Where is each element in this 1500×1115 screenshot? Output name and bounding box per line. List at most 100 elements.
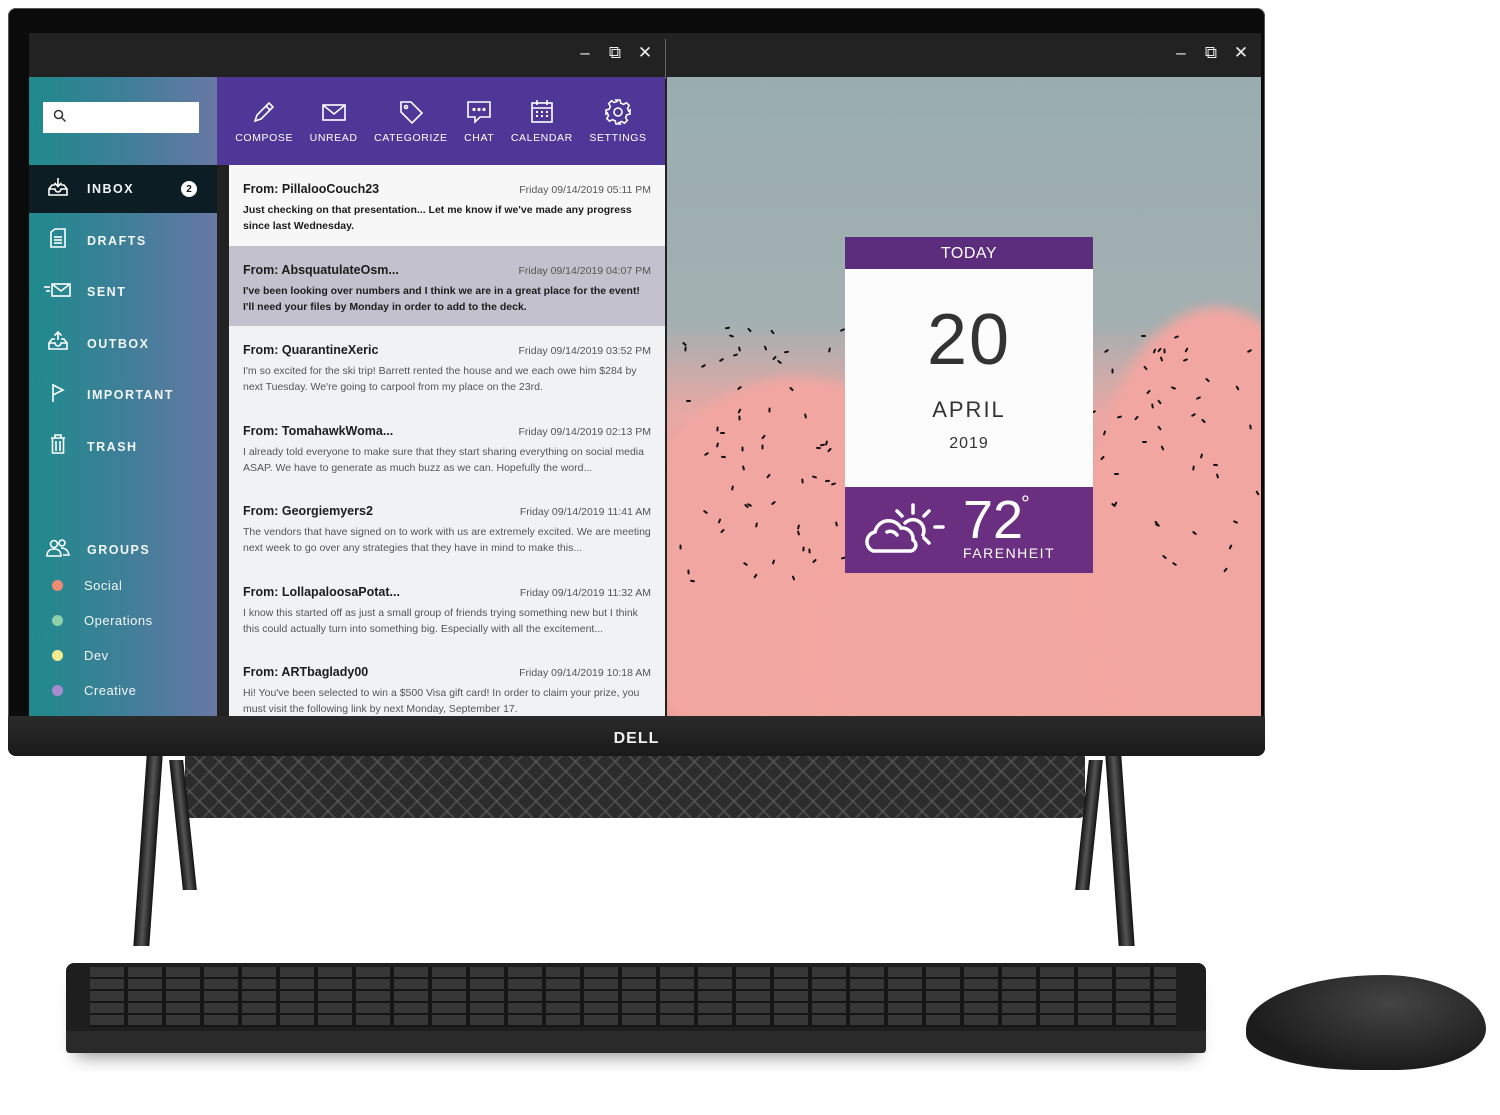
widget-temperature-unit: FARENHEIT [963, 545, 1056, 561]
compose-label: COMPOSE [235, 132, 294, 144]
groups-label: GROUPS [87, 543, 151, 557]
mail-window-titlebar: – ⧉ ✕ [29, 33, 665, 77]
widget-temperature: 72 [963, 490, 1024, 550]
inbox-download-icon [29, 177, 87, 202]
bird [728, 333, 734, 338]
group-color-dot [52, 580, 63, 591]
search-icon [53, 109, 67, 126]
restore-button[interactable]: ⧉ [1203, 43, 1219, 63]
bird [725, 326, 731, 330]
group-item-dev[interactable]: Dev [29, 638, 217, 673]
widget-degree-symbol: ° [1021, 491, 1030, 516]
sidebar-item-label: OUTBOX [87, 336, 150, 351]
message-sender: From: ARTbaglady00 [243, 665, 369, 679]
search-input[interactable] [73, 109, 187, 126]
sidebar-item-sent[interactable]: SENT [29, 268, 217, 316]
inbox-upload-icon [29, 330, 87, 356]
categorize-button[interactable]: CATEGORIZE [374, 98, 447, 144]
sidebar-item-label: IMPORTANT [87, 388, 174, 402]
groups-section: GROUPS Social Operations Dev Creative [29, 532, 217, 708]
chat-label: CHAT [464, 132, 495, 144]
message-preview: I already told everyone to make sure tha… [243, 445, 644, 474]
message-date: Friday 09/14/2019 11:32 AM [519, 586, 651, 599]
flag-icon [29, 383, 87, 408]
message-date: Friday 09/14/2019 05:11 PM [519, 184, 651, 196]
bird [1141, 334, 1147, 337]
message-row[interactable]: From: QuarantineXeric Friday 09/14/2019 0… [229, 326, 665, 407]
groups-header[interactable]: GROUPS [29, 532, 217, 568]
message-date: Friday 09/14/2019 11:41 AM [519, 506, 651, 518]
compose-button[interactable]: COMPOSE [235, 98, 293, 144]
bird [685, 399, 691, 402]
bird [763, 345, 768, 352]
bird [737, 346, 741, 352]
group-item-creative[interactable]: Creative [29, 673, 217, 708]
search-box[interactable] [43, 102, 199, 133]
bird [803, 413, 807, 419]
bird [1113, 472, 1119, 475]
monitor-chin: DELL [8, 716, 1265, 756]
pencil-icon [253, 101, 275, 123]
window-divider [665, 39, 666, 79]
screen: – ⧉ ✕ – ⧉ ✕ INBOX 2 DRAFTS SENT OUTBOX I… [29, 33, 1261, 723]
message-row[interactable]: From: AbsquatulateOsm... Friday 09/14/201… [229, 245, 665, 326]
message-preview: I'm so excited for the ski trip! Barrett… [243, 365, 637, 393]
sidebar-item-important[interactable]: IMPORTANT [29, 371, 217, 419]
bird [839, 327, 845, 332]
message-row[interactable]: From: LollapaloosaPotat... Friday 09/14/2… [229, 568, 665, 649]
partly-cloudy-icon [865, 503, 945, 553]
keyboard-front-edge [66, 1031, 1206, 1053]
message-date: Friday 09/14/2019 03:52 PM [518, 345, 651, 357]
bird [776, 359, 782, 365]
widget-year: 2019 [949, 435, 989, 452]
restore-button[interactable]: ⧉ [607, 43, 623, 63]
unread-button[interactable]: UNREAD [310, 98, 358, 144]
bird [827, 346, 831, 353]
sidebar-item-drafts[interactable]: DRAFTS [29, 217, 217, 265]
message-row[interactable]: From: TomahawkWoma... Friday 09/14/2019 0… [229, 407, 665, 488]
sidebar-item-label: TRASH [87, 439, 138, 454]
date-weather-widget: TODAY 20 APRIL 2019 72 ° FARENHEIT [845, 237, 1093, 573]
message-row[interactable]: From: PillalooCouch23 Friday 09/14/2019 0… [229, 165, 665, 246]
stand-leg [133, 756, 163, 946]
chat-button[interactable]: CHAT [464, 98, 494, 144]
minimize-button[interactable]: – [577, 43, 593, 63]
sidebar-item-outbox[interactable]: OUTBOX [29, 320, 217, 368]
bird [732, 352, 738, 357]
message-row[interactable]: From: ARTbaglady00 Friday 09/14/2019 10:1… [229, 648, 665, 723]
close-button[interactable]: ✕ [1233, 43, 1249, 63]
close-button[interactable]: ✕ [637, 43, 653, 63]
group-item-social[interactable]: Social [29, 568, 217, 603]
bird [719, 431, 725, 434]
calendar-button[interactable]: CALENDAR [511, 98, 573, 144]
message-sender: From: LollapaloosaPotat... [243, 584, 400, 599]
bird [815, 446, 821, 449]
bird [1142, 440, 1148, 443]
tag-icon [400, 101, 423, 125]
message-preview: I've been looking over numbers and I thi… [243, 284, 640, 313]
message-row[interactable]: From: Georgiemyers2 Friday 09/14/2019 11:… [229, 487, 665, 568]
minimize-button[interactable]: – [1173, 43, 1189, 63]
unread-count-badge: 2 [181, 181, 197, 197]
message-sender: From: QuarantineXeric [243, 343, 379, 357]
sidebar-item-inbox[interactable]: INBOX 2 [29, 165, 217, 213]
group-color-dot [52, 615, 63, 626]
group-color-dot [52, 685, 63, 696]
group-color-dot [52, 650, 63, 661]
settings-button[interactable]: SETTINGS [589, 98, 646, 144]
widget-month: APRIL [932, 397, 1006, 422]
sidebar-item-trash[interactable]: TRASH [29, 423, 217, 471]
gear-icon [605, 99, 631, 125]
group-label: Social [84, 578, 123, 593]
desktop-wallpaper: TODAY 20 APRIL 2019 72 ° FARENHEIT [667, 77, 1261, 723]
bird [761, 444, 764, 450]
message-sender: From: AbsquatulateOsm... [243, 262, 399, 277]
group-item-operations[interactable]: Operations [29, 603, 217, 638]
message-sender: From: Georgiemyers2 [243, 504, 373, 518]
keyboard-rows [90, 967, 1176, 1027]
message-preview: Hi! You've been selected to win a $500 V… [243, 687, 640, 715]
envelope-icon [321, 104, 346, 121]
message-preview: The vendors that have signed on to work … [243, 526, 651, 554]
widget-date: 20 APRIL 2019 [845, 269, 1093, 487]
bird [678, 544, 682, 550]
